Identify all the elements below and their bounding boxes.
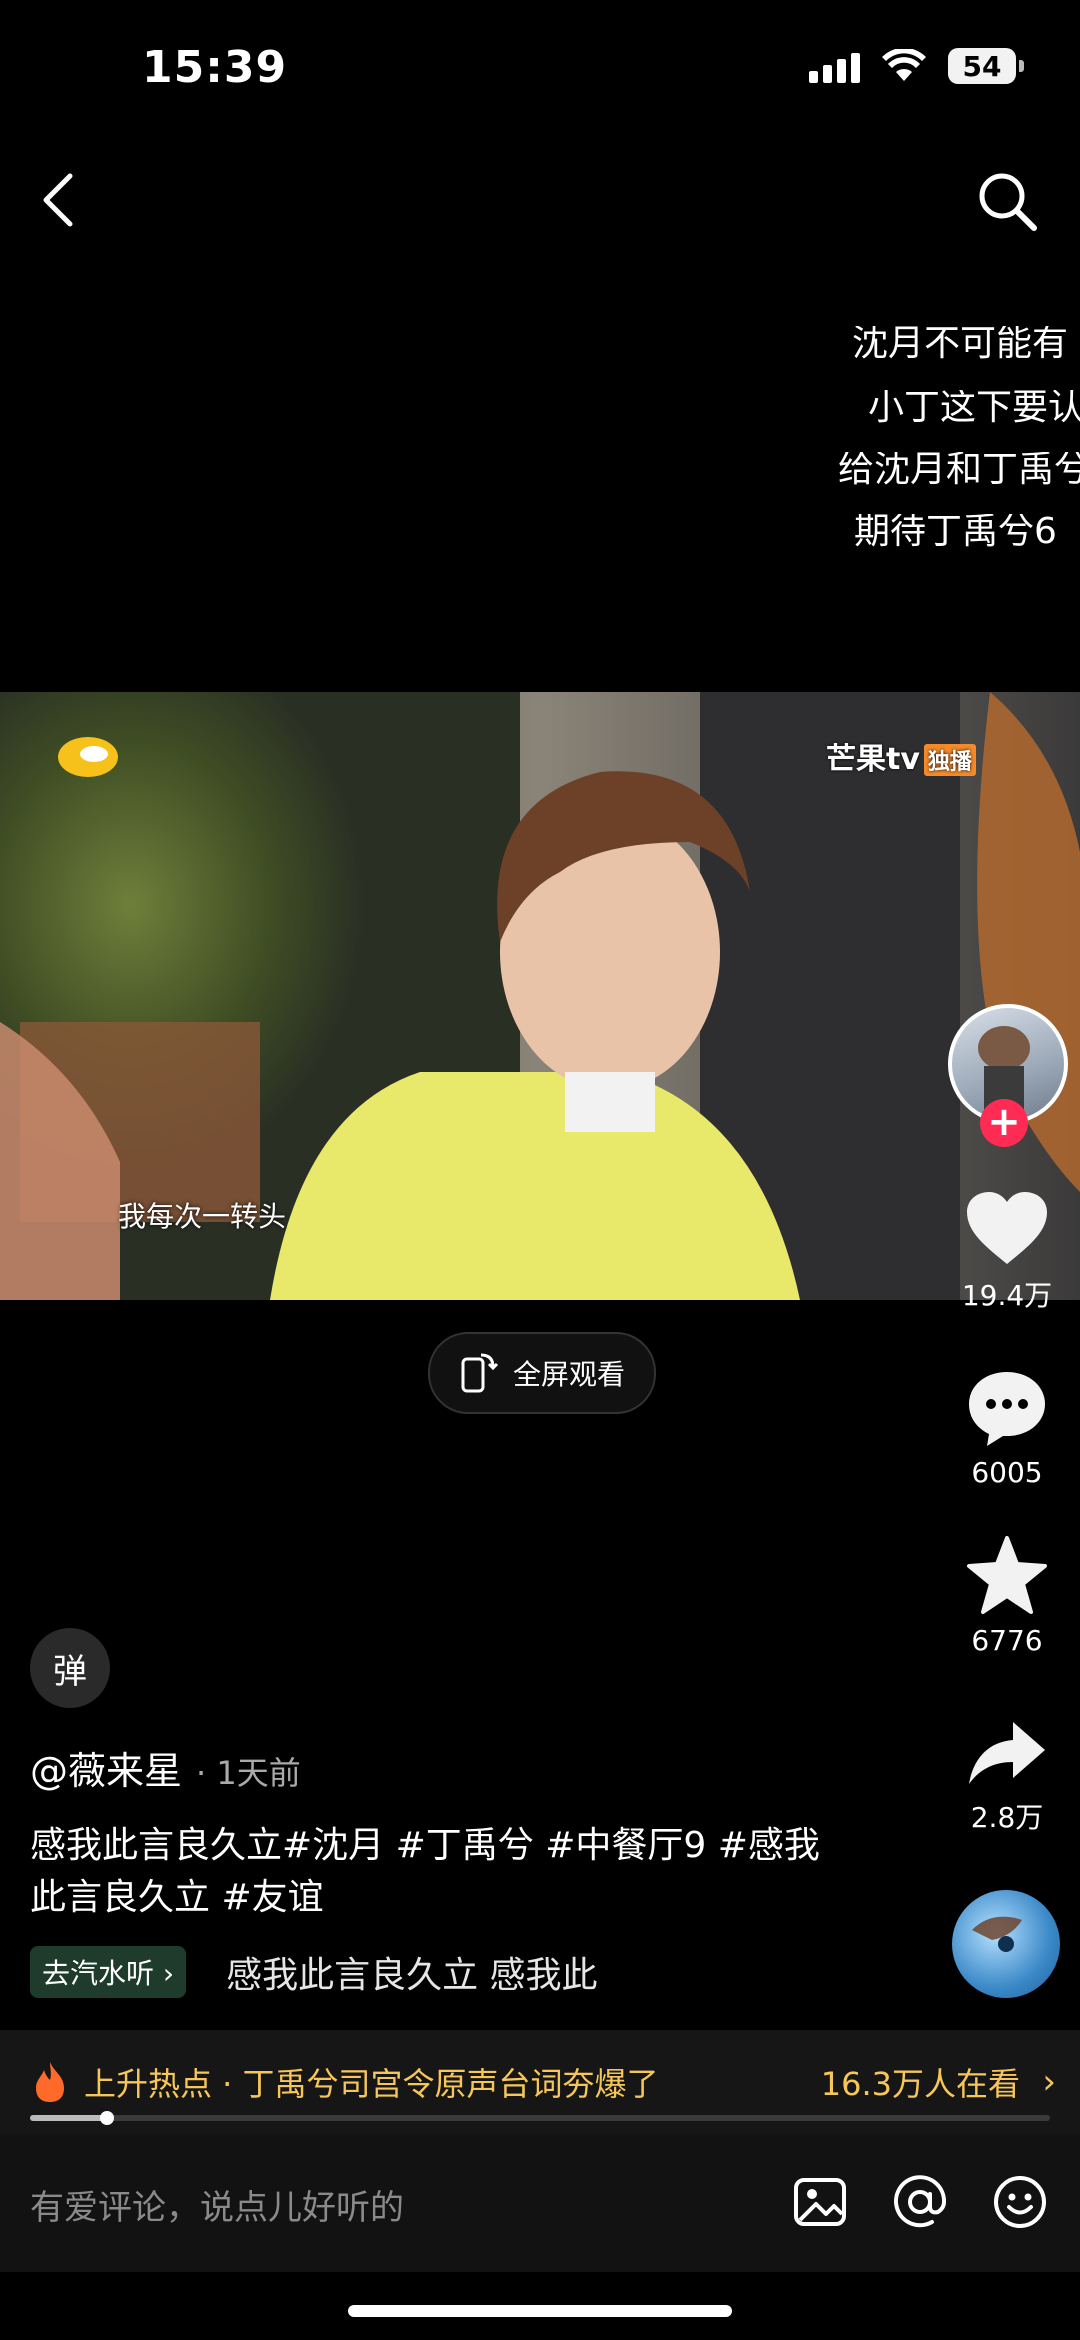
- watermark-badge: 独播: [923, 744, 976, 776]
- at-mention-icon[interactable]: [892, 2174, 948, 2230]
- status-time: 15:39: [142, 42, 288, 93]
- progress-fill: [30, 2115, 107, 2121]
- image-icon[interactable]: [792, 2174, 848, 2230]
- battery-level: 54: [948, 48, 1016, 84]
- fire-icon: [36, 2062, 64, 2102]
- like-button[interactable]: 19.4万: [950, 1190, 1064, 1314]
- post-time: · 1天前: [196, 1754, 301, 1792]
- music-title-marquee[interactable]: 感我此言良久立 感我此: [226, 1946, 626, 1998]
- hot-topic-text: 上升热点 · 丁禹兮司宫令原声台词夯爆了: [84, 2065, 659, 2103]
- channel-logo-icon: [58, 737, 118, 777]
- comment-icon: [969, 1372, 1045, 1446]
- share-arrow-icon: [969, 1722, 1045, 1784]
- fullscreen-label: 全屏观看: [512, 1358, 625, 1391]
- listen-on-qishui-button[interactable]: 去汽水听 ›: [30, 1946, 187, 1998]
- author-name[interactable]: @薇来星: [30, 1740, 182, 1795]
- cellular-signal-icon: [809, 49, 860, 83]
- rotate-screen-icon: [461, 1353, 499, 1393]
- favorite-count: 6776: [971, 1624, 1043, 1657]
- music-cover-icon: [972, 1916, 1022, 1952]
- like-count: 19.4万: [961, 1279, 1053, 1312]
- favorite-button[interactable]: 6776: [950, 1536, 1064, 1657]
- search-icon[interactable]: [972, 166, 1044, 238]
- back-icon[interactable]: [36, 170, 80, 230]
- status-icons: 54: [809, 48, 1024, 84]
- hot-topic-viewers: 16.3万人在看: [820, 2065, 1020, 2103]
- chevron-right-icon: ›: [1042, 2062, 1056, 2102]
- share-button[interactable]: 2.8万: [950, 1718, 1064, 1836]
- watermark-brand: 芒果tv: [826, 742, 920, 777]
- comment-input[interactable]: 有爱评论，说点儿好听的: [30, 2180, 404, 2229]
- battery-icon: 54: [948, 48, 1024, 84]
- danmaku-line: 小丁这下要认: [868, 390, 1080, 426]
- heart-icon: [967, 1192, 1047, 1264]
- wifi-icon: [882, 49, 926, 81]
- video-subtitle: 我每次一转头: [118, 1200, 287, 1233]
- watermark: 芒果tv 独播: [826, 734, 976, 778]
- comment-button[interactable]: 6005: [950, 1368, 1064, 1489]
- avatar-image: [978, 1026, 1030, 1112]
- author-row: @薇来星 · 1天前: [30, 1740, 301, 1795]
- danmaku-line: 沈月不可能有: [852, 326, 1069, 362]
- danmaku-line: 给沈月和丁禹兮: [838, 452, 1080, 488]
- video-player[interactable]: 芒果tv 独播 我每次一转头: [0, 692, 1080, 1300]
- progress-scrubber[interactable]: [99, 2111, 114, 2125]
- video-progress-bar[interactable]: [30, 2111, 1050, 2125]
- share-count: 2.8万: [970, 1801, 1044, 1834]
- video-caption[interactable]: 感我此言良久立#沈月 #丁禹兮 #中餐厅9 #感我此言良久立 #友谊: [30, 1820, 850, 1924]
- emoji-icon[interactable]: [992, 2174, 1048, 2230]
- comment-count: 6005: [971, 1456, 1043, 1489]
- star-icon: [967, 1536, 1047, 1614]
- home-indicator: [348, 2305, 732, 2317]
- danmu-toggle-button[interactable]: 弹: [30, 1628, 110, 1708]
- fullscreen-button[interactable]: 全屏观看: [428, 1332, 656, 1414]
- music-row: 去汽水听 › 感我此言良久立 感我此: [30, 1946, 626, 1998]
- music-disc[interactable]: [952, 1890, 1060, 1998]
- danmaku-line: 期待丁禹兮6: [854, 514, 1057, 550]
- follow-button[interactable]: +: [980, 1099, 1028, 1147]
